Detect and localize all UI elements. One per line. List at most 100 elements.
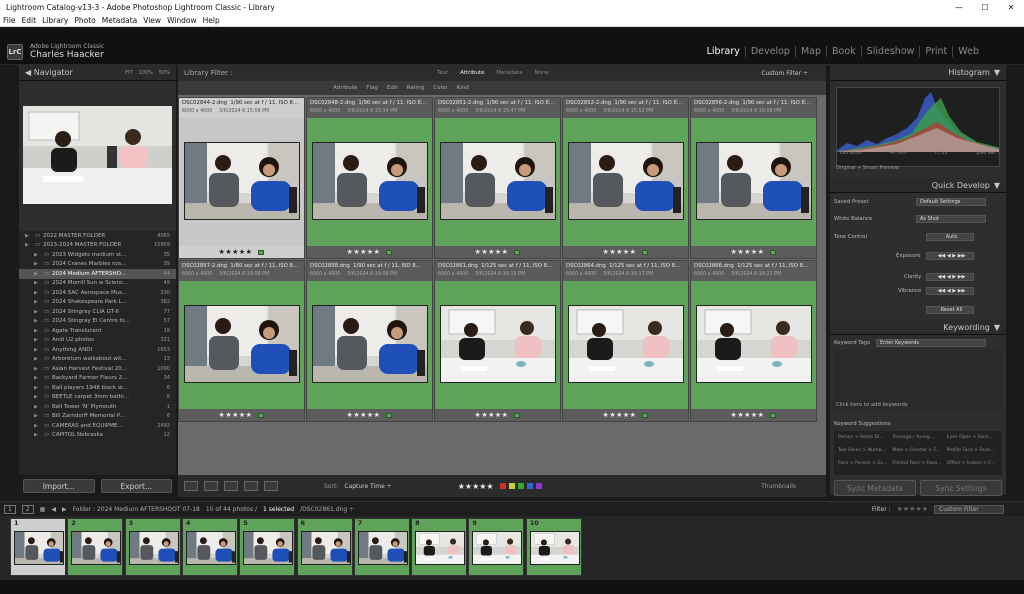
filter-stars[interactable]: ★★★★★ xyxy=(897,505,928,513)
import-button[interactable]: Import... xyxy=(23,479,95,493)
green-label-icon[interactable] xyxy=(642,249,649,255)
monitor-1-button[interactable]: 1 xyxy=(4,504,16,514)
monitor-2-button[interactable]: 2 xyxy=(21,504,34,514)
module-develop[interactable]: Develop xyxy=(746,46,796,57)
folder-item[interactable]: ▶ ▭ Agate Translucent 19 xyxy=(19,326,176,336)
folder-item[interactable]: ▶ ▭ 2023 Widgets medium st... 35 xyxy=(19,250,176,260)
compare-view-icon[interactable] xyxy=(224,481,238,491)
cell-photo[interactable] xyxy=(568,142,684,220)
grid-cell[interactable]: DSC02852-2.dng 1/90 sec at f / 11, ISO 8… xyxy=(562,97,689,259)
filmstrip-thumb[interactable]: 9 xyxy=(468,518,525,576)
rating-stars[interactable]: ★★★★★ xyxy=(603,411,637,419)
attr-edit[interactable]: Edit xyxy=(387,85,398,91)
module-print[interactable]: Print xyxy=(920,46,954,57)
rating-stars[interactable]: ★★★★★ xyxy=(475,248,509,256)
green-label-icon[interactable] xyxy=(258,249,265,255)
navigator-header[interactable]: ◀ Navigator FIT 100% 50% xyxy=(19,65,176,81)
expand-triangle-icon[interactable]: ▶ xyxy=(34,432,44,438)
vibrance-stepper[interactable]: ◀◀ ◀ ▶ ▶▶ xyxy=(926,287,974,295)
exposure-stepper[interactable]: ◀◀ ◀ ▶ ▶▶ xyxy=(926,252,974,260)
saved-preset-select[interactable]: Default Settings xyxy=(916,198,986,206)
cell-photo[interactable] xyxy=(696,142,812,220)
filmstrip-thumb[interactable]: 7 xyxy=(353,518,410,576)
cell-photo[interactable] xyxy=(568,305,684,383)
expand-triangle-icon[interactable]: ▶ xyxy=(25,233,35,239)
green-label-icon[interactable] xyxy=(770,249,777,255)
module-library[interactable]: Library xyxy=(702,46,746,57)
grid-cell[interactable]: DSC02866.dng 1/125 sec at f / 11, ISO 8.… xyxy=(690,260,817,422)
folder-item[interactable]: ▶ ▭ 2024 Morrill Sun w Scienc... 49 xyxy=(19,279,176,289)
rating-stars[interactable]: ★★★★★ xyxy=(347,411,381,419)
cell-photo[interactable] xyxy=(440,142,556,220)
cell-photo[interactable] xyxy=(184,142,300,220)
keyword-suggestion[interactable]: Frontal Face > Face... xyxy=(892,461,943,471)
expand-triangle-icon[interactable]: ▶ xyxy=(34,328,44,334)
expand-triangle-icon[interactable]: ▶ xyxy=(34,252,44,258)
filmstrip-thumb[interactable]: 5 xyxy=(239,518,296,576)
grid-cell[interactable]: DSC02857-2.dng 1/60 sec at f / 11, ISO 8… xyxy=(178,260,305,422)
green-label-icon[interactable] xyxy=(514,249,521,255)
keyword-suggestion[interactable]: Male > Gender > F... xyxy=(892,448,943,458)
attr-rating[interactable]: Rating xyxy=(407,85,425,91)
folder-item[interactable]: ▶ ▭ 2023-2024 MASTER FOLDER 15959 xyxy=(19,241,176,251)
menu-view[interactable]: View xyxy=(143,16,161,25)
folder-item[interactable]: ▶ ▭ Andi U2 photos 321 xyxy=(19,336,176,346)
cell-photo[interactable] xyxy=(312,305,428,383)
grid-cell[interactable]: DSC02844-2.dng 1/90 sec at f / 11, ISO 8… xyxy=(178,97,305,259)
filmstrip-thumb[interactable]: 2 xyxy=(67,518,124,576)
white-balance-select[interactable]: As Shot xyxy=(916,215,986,223)
thumbnails-slider-label[interactable]: Thumbnails xyxy=(761,483,796,490)
expand-triangle-icon[interactable]: ▶ xyxy=(34,299,44,305)
expand-triangle-icon[interactable]: ▶ xyxy=(25,242,35,248)
forward-arrow-icon[interactable]: ▶ xyxy=(62,506,67,513)
menu-edit[interactable]: Edit xyxy=(22,16,37,25)
grid-cell[interactable]: DSC02861.dng 1/125 sec at f / 11, ISO 8.… xyxy=(434,260,561,422)
zoom-100[interactable]: 100% xyxy=(139,70,153,76)
filmstrip-thumb[interactable]: 6 xyxy=(296,518,353,576)
filmstrip-thumb[interactable]: 3 xyxy=(124,518,181,576)
folder-item[interactable]: ▶ ▭ 2024 SAC Aerospace Mus... 230 xyxy=(19,288,176,298)
auto-tone-button[interactable]: Auto xyxy=(926,233,974,241)
module-map[interactable]: Map xyxy=(796,46,828,57)
folder-item[interactable]: ▶ ▭ 2024 Medium AFTERSHO... 44 xyxy=(19,269,176,279)
clarity-stepper[interactable]: ◀◀ ◀ ▶ ▶▶ xyxy=(926,273,974,281)
attr-flag[interactable]: Flag xyxy=(366,85,378,91)
expand-triangle-icon[interactable]: ▶ xyxy=(34,271,44,277)
quick-develop-header[interactable]: Quick Develop ▼ xyxy=(830,178,1006,193)
filmstrip-thumb[interactable]: 10 xyxy=(525,518,582,576)
filter-tab-metadata[interactable]: Metadata xyxy=(496,70,522,76)
grid-cell[interactable]: DSC02856-2.dng 1/90 sec at f / 11, ISO 8… xyxy=(690,97,817,259)
navigator-preview[interactable] xyxy=(23,106,172,204)
grid-view-icon[interactable] xyxy=(184,481,198,491)
menu-library[interactable]: Library xyxy=(42,16,68,25)
module-slideshow[interactable]: Slideshow xyxy=(862,46,921,57)
purple-label[interactable] xyxy=(535,483,542,489)
expand-triangle-icon[interactable]: ▶ xyxy=(34,375,44,381)
expand-triangle-icon[interactable]: ▶ xyxy=(34,290,44,296)
green-label-icon[interactable] xyxy=(258,412,265,418)
rating-stars[interactable]: ★★★★★ xyxy=(603,248,637,256)
reset-all-button[interactable]: Reset All xyxy=(926,306,974,314)
grid-cell[interactable]: DSC02848-2.dng 1/90 sec at f / 11, ISO 8… xyxy=(306,97,433,259)
keyword-suggestion[interactable]: Teenage / Young ... xyxy=(892,435,943,445)
expand-triangle-icon[interactable]: ▶ xyxy=(34,318,44,324)
source-path[interactable]: Folder : 2024 Medium AFTERSHOOT 07-18 xyxy=(73,506,200,513)
filmstrip-thumb[interactable]: 8 xyxy=(411,518,468,576)
folder-item[interactable]: ▶ ▭ 2024 Cranes Marbles roa... 39 xyxy=(19,260,176,270)
green-label[interactable] xyxy=(517,483,524,489)
zoom-fit[interactable]: FIT xyxy=(125,70,132,76)
cell-photo[interactable] xyxy=(440,305,556,383)
keyword-suggestion[interactable]: Two Faces > Numb... xyxy=(838,448,889,458)
cell-photo[interactable] xyxy=(696,305,812,383)
custom-filter-select[interactable]: Custom Filter xyxy=(934,504,1004,514)
red-label[interactable] xyxy=(499,483,506,489)
folder-item[interactable]: ▶ ▭ Bill Zarndorff Memorial P... 6 xyxy=(19,412,176,422)
folder-item[interactable]: ▶ ▭ 2024 Shakespeare Park L... 362 xyxy=(19,298,176,308)
folder-item[interactable]: ▶ ▭ Anything ANDI 1653 xyxy=(19,345,176,355)
expand-triangle-icon[interactable]: ▶ xyxy=(34,337,44,343)
yellow-label[interactable] xyxy=(508,483,515,489)
grid-cell[interactable]: DSC02858.dng 1/90 sec at f / 11, ISO 8..… xyxy=(306,260,433,422)
keyword-tags-select[interactable]: Enter Keywords xyxy=(876,339,986,347)
folder-item[interactable]: ▶ ▭ 2024 Stingray CLIA GT-II 77 xyxy=(19,307,176,317)
module-book[interactable]: Book xyxy=(827,46,862,57)
